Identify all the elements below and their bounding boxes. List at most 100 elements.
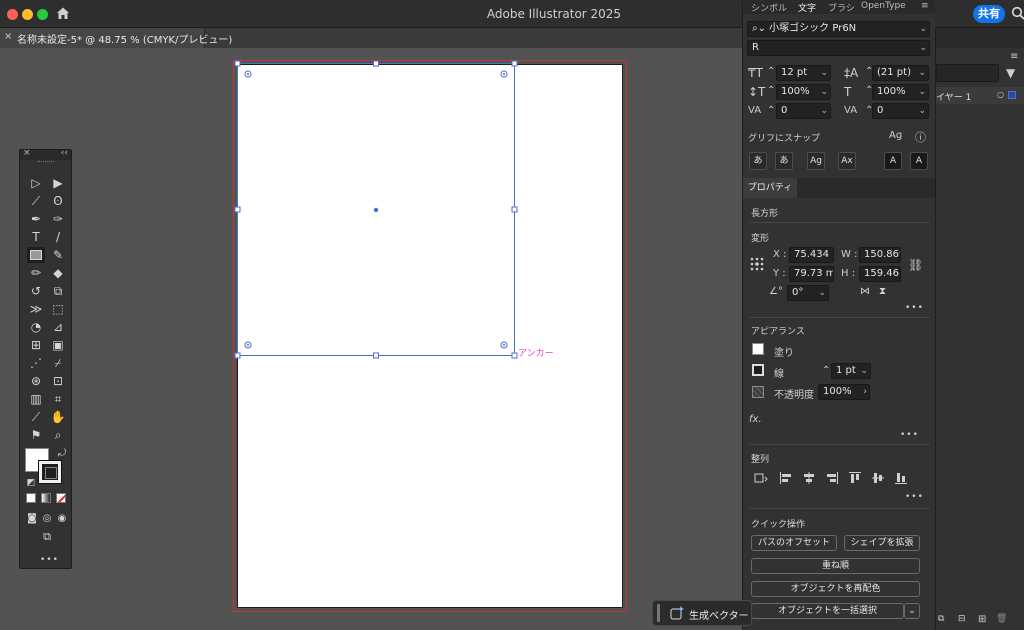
stroke-swatch[interactable] (752, 364, 764, 376)
expand-shape-button[interactable]: シェイプを拡張 (844, 535, 920, 551)
screen-mode-icon[interactable]: ⧉ (38, 528, 56, 544)
resize-handle-n[interactable] (373, 60, 379, 67)
gradient-mode-icon[interactable] (41, 493, 51, 503)
curvature-tool-icon[interactable]: ✑ (49, 211, 67, 227)
puppet-warp-tool-icon[interactable]: ⚑ (27, 427, 45, 443)
fill-swatch[interactable] (752, 343, 764, 355)
snap-italic-button[interactable]: A (910, 152, 928, 170)
collect-for-export-icon[interactable]: ⧉ (938, 614, 944, 624)
align-top-icon[interactable] (848, 471, 862, 485)
vertical-scale-field[interactable]: 100% ⌄ (776, 84, 831, 100)
stepper-icon[interactable]: ⌃ (767, 85, 775, 96)
free-transform-tool-icon[interactable]: ⬚ (49, 301, 67, 317)
font-family-field[interactable]: ⌕⌄ 小塚ゴシック Pr6N ⌄ (747, 21, 930, 37)
fx-icon[interactable]: fx. (749, 414, 762, 425)
horizontal-scale-field[interactable]: 100% ⌄ (872, 84, 929, 100)
stepper-icon[interactable]: ⌃ (767, 105, 775, 116)
kerning-field[interactable]: 0 ⌄ (776, 103, 831, 119)
reference-point-icon[interactable] (750, 257, 764, 271)
fill-label[interactable]: 塗り (774, 344, 794, 359)
close-panel-icon[interactable]: × (23, 148, 31, 158)
more-transform-options-icon[interactable]: ••• (905, 303, 924, 313)
type-tool-icon[interactable]: T (27, 229, 45, 245)
stroke-color-swatch[interactable] (38, 460, 62, 484)
recolor-artwork-button[interactable]: オブジェクトを再配色 (751, 581, 920, 597)
lasso-tool-icon[interactable]: ʘ (49, 193, 67, 209)
live-paint-tool-icon[interactable]: ⊛ (27, 373, 45, 389)
offset-path-button[interactable]: パスのオフセット (751, 535, 837, 551)
tab-brushes[interactable]: ブラシ (828, 1, 855, 14)
paintbrush-tool-icon[interactable]: ✎ (49, 247, 67, 263)
font-style-field[interactable]: R ⌄ (747, 40, 930, 56)
artboard-tool-icon[interactable]: ⌗ (49, 391, 67, 407)
flip-vertical-icon[interactable]: ⧗ (879, 286, 886, 297)
perspective-grid-tool-icon[interactable]: ⊿ (49, 319, 67, 335)
delete-layer-icon[interactable]: 🗑 (996, 614, 1007, 624)
none-mode-icon[interactable] (56, 493, 66, 503)
height-field[interactable]: 159.46 (859, 266, 901, 282)
opacity-label[interactable]: 不透明度 (774, 386, 814, 401)
resize-handle-sw[interactable] (234, 352, 241, 359)
y-position-field[interactable]: 79.73 m (789, 266, 834, 282)
collapse-panel-icon[interactable]: ‹‹ (61, 148, 68, 158)
magic-wand-tool-icon[interactable]: ⟋ (27, 193, 45, 209)
chevron-down-icon[interactable]: ⌄ (919, 41, 927, 55)
layer-search-input[interactable] (936, 64, 999, 82)
flip-horizontal-icon[interactable]: ⋈ (860, 286, 870, 297)
snap-glyph-bounds-button[interactable]: Ag (807, 152, 825, 170)
resize-handle-se[interactable] (511, 352, 518, 359)
resize-handle-s[interactable] (373, 352, 379, 359)
more-appearance-options-icon[interactable]: ••• (900, 430, 919, 440)
slice-tool-icon[interactable]: ⟋ (27, 409, 45, 425)
target-icon[interactable]: ○ (997, 90, 1004, 99)
gradient-tool-icon[interactable]: ▣ (49, 337, 67, 353)
stroke-weight-field[interactable]: 1 pt ⌄ (831, 363, 871, 379)
width-field[interactable]: 150.869 (859, 247, 901, 263)
snap-proximity-button[interactable]: Ax (838, 152, 856, 170)
tab-character[interactable]: 文字 (798, 1, 816, 14)
rotation-field[interactable]: 0° ⌄ (787, 285, 829, 301)
leading-field[interactable]: (21 pt) ⌄ (872, 65, 929, 81)
graph-tool-icon[interactable]: ▥ (27, 391, 45, 407)
resize-handle-e[interactable] (511, 206, 518, 213)
resize-handle-nw[interactable] (234, 60, 241, 67)
align-left-icon[interactable] (779, 471, 793, 485)
tab-symbols[interactable]: シンボル (751, 1, 787, 14)
link-proportions-icon[interactable]: ⛓ (908, 258, 923, 272)
info-icon[interactable]: ⓘ (915, 129, 926, 145)
align-vertical-center-icon[interactable] (871, 471, 885, 485)
swap-fill-stroke-icon[interactable]: ⤾ (53, 446, 71, 462)
eyedropper-tool-icon[interactable]: ⌿ (49, 355, 67, 371)
filter-icon[interactable]: ▼ (1006, 66, 1015, 80)
drag-handle[interactable] (657, 604, 660, 622)
tracking-field[interactable]: 0 ⌄ (872, 103, 929, 119)
locate-object-icon[interactable]: ⊟ (958, 614, 966, 624)
layer-row[interactable]: イヤー 1 ○ (936, 87, 1024, 104)
more-align-options-icon[interactable]: ••• (905, 492, 924, 502)
snap-x-height-button[interactable]: あ (775, 152, 793, 170)
hand-tool-icon[interactable]: ✋ (49, 409, 67, 425)
pencil-tool-icon[interactable]: ✏ (27, 265, 45, 281)
glyph-snap-settings-icon[interactable]: Ag (889, 130, 902, 141)
panel-menu-icon[interactable]: ≡ (1010, 51, 1018, 62)
edit-toolbar-icon[interactable]: ••• (40, 555, 59, 565)
direct-selection-tool-icon[interactable]: ▶ (49, 175, 67, 191)
pen-tool-icon[interactable]: ✒ (27, 211, 45, 227)
align-to-icon[interactable] (754, 471, 768, 485)
chevron-down-icon[interactable]: ⌄ (919, 22, 927, 36)
default-colors-icon[interactable]: ◩ (22, 475, 40, 491)
align-horizontal-center-icon[interactable] (802, 471, 816, 485)
selection-tool-icon[interactable]: ▷ (27, 175, 45, 191)
share-button[interactable]: 共有 (973, 5, 1005, 23)
font-size-field[interactable]: 12 pt ⌄ (776, 65, 831, 81)
symbol-sprayer-tool-icon[interactable]: ⊡ (49, 373, 67, 389)
rotate-tool-icon[interactable]: ↺ (27, 283, 45, 299)
mesh-tool-icon[interactable]: ⊞ (27, 337, 45, 353)
draw-inside-icon[interactable]: ◉ (53, 511, 71, 527)
resize-handle-ne[interactable] (511, 60, 518, 67)
align-right-icon[interactable] (825, 471, 839, 485)
stepper-icon[interactable]: ⌃ (767, 66, 775, 77)
tab-opentype[interactable]: OpenType (861, 1, 906, 11)
width-tool-icon[interactable]: ≫ (27, 301, 45, 317)
stepper-icon[interactable]: ⌃ (822, 365, 830, 376)
